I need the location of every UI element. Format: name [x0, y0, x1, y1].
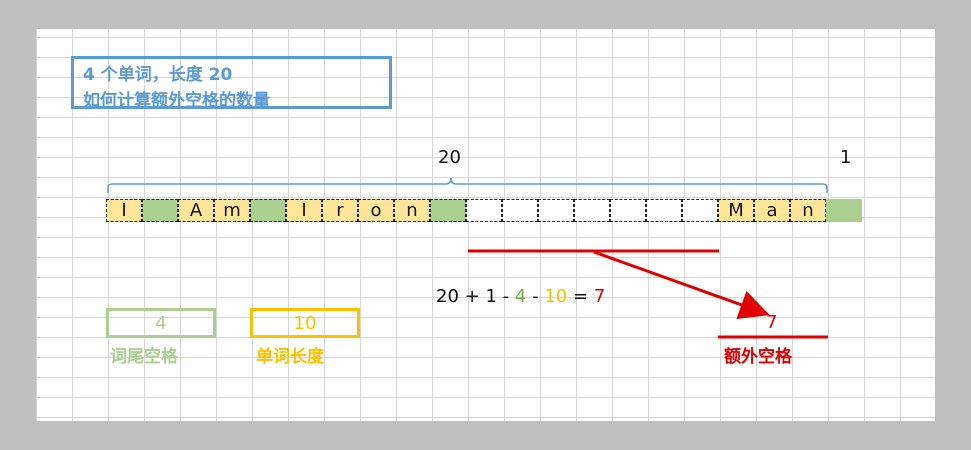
formula-one: 1 — [485, 286, 497, 307]
char-cell: A — [178, 199, 214, 222]
space-cell — [250, 199, 286, 222]
space-cell — [430, 199, 466, 222]
legend-word-caption: 单词长度 — [256, 347, 324, 367]
char-cell-text: A — [189, 200, 203, 221]
char-cell: n — [394, 199, 430, 222]
char-cell: I — [286, 199, 322, 222]
char-cell-text: o — [370, 200, 382, 221]
formula-word-length: 10 — [544, 286, 568, 307]
legend-word-value: 10 — [293, 312, 317, 334]
char-cell: a — [754, 199, 790, 222]
formula-total: 20 — [436, 286, 459, 307]
formula-minus-1: - — [502, 286, 510, 307]
empty-cell — [466, 199, 502, 222]
formula-result: 7 — [593, 286, 606, 307]
extra-result-value: 7 — [766, 312, 778, 333]
empty-cell — [682, 199, 718, 222]
empty-cell — [502, 199, 538, 222]
char-cell: m — [214, 199, 250, 222]
formula-minus-2: - — [532, 286, 539, 307]
char-cell-text: n — [406, 200, 418, 221]
formula-plus: + — [464, 286, 480, 307]
extra-space-cell — [826, 199, 862, 222]
legend-trailing-box: 4 — [106, 308, 216, 338]
char-cell-text: m — [223, 200, 241, 221]
char-cell: I — [106, 199, 142, 222]
diagram-canvas: 4 个单词，长度 20 如何计算额外空格的数量 20 1 IAmIronMan … — [36, 29, 935, 421]
char-cell: r — [322, 199, 358, 222]
char-cell-text: a — [766, 200, 778, 221]
char-cell: M — [718, 199, 754, 222]
empty-cell — [610, 199, 646, 222]
char-cell-text: n — [802, 200, 814, 221]
legend-trailing-value: 4 — [155, 312, 167, 334]
empty-cell — [646, 199, 682, 222]
empty-cell — [538, 199, 574, 222]
char-cell-text: I — [301, 200, 307, 221]
formula-equals: = — [572, 286, 589, 307]
char-cell: o — [358, 199, 394, 222]
legend-word-box: 10 — [250, 308, 360, 338]
legend-trailing-caption: 词尾空格 — [110, 347, 178, 367]
extra-result-caption: 额外空格 — [724, 347, 792, 367]
length-brace — [107, 177, 828, 193]
extra-pointer-arrow — [593, 250, 770, 320]
space-cell — [142, 199, 178, 222]
formula-trailing: 4 — [514, 286, 527, 307]
formula: 20 + 1 - 4 - 10 = 7 — [436, 286, 605, 307]
empty-cell — [574, 199, 610, 222]
char-cell-text: M — [728, 200, 744, 221]
char-cell-text: r — [336, 200, 344, 221]
char-cell: n — [790, 199, 826, 222]
char-cell-text: I — [121, 200, 127, 221]
